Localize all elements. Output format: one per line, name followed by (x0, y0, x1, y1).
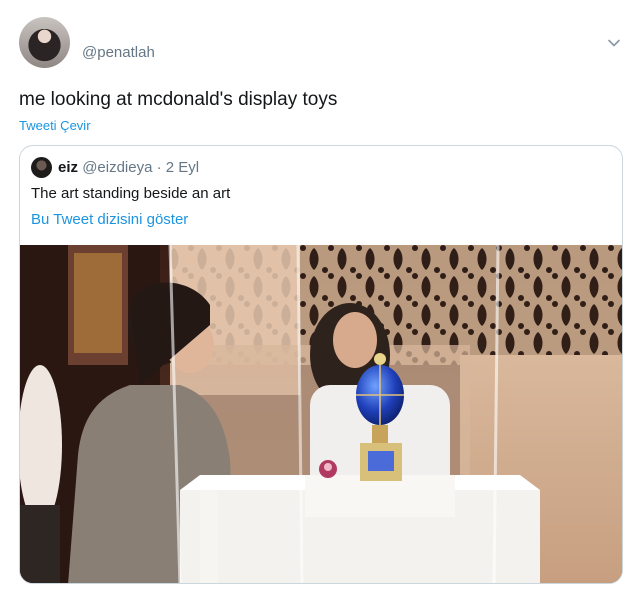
tweet-text: me looking at mcdonald's display toys (19, 89, 338, 110)
quoted-date: 2 Eyl (165, 159, 200, 176)
tweet-card: @penatlah me looking at mcdonald's displ… (0, 0, 635, 593)
translate-tweet-link[interactable]: Tweeti Çevir (19, 118, 91, 133)
quoted-avatar (31, 157, 52, 178)
quoted-tweet[interactable]: eiz @eizdieya · 2 Eyl The art standing b… (19, 145, 623, 584)
quoted-name: eiz (58, 159, 79, 176)
avatar[interactable] (19, 17, 70, 68)
quoted-separator: · (156, 159, 162, 176)
user-handle[interactable]: @penatlah (82, 44, 155, 61)
quoted-photo[interactable] (20, 245, 623, 584)
quoted-header: eiz @eizdieya · 2 Eyl (58, 159, 199, 176)
quoted-text: The art standing beside an art (31, 185, 231, 202)
show-thread-link[interactable]: Bu Tweet dizisini göster (31, 211, 188, 228)
quoted-handle: @eizdieya (82, 159, 153, 176)
chevron-down-icon[interactable] (607, 36, 621, 50)
